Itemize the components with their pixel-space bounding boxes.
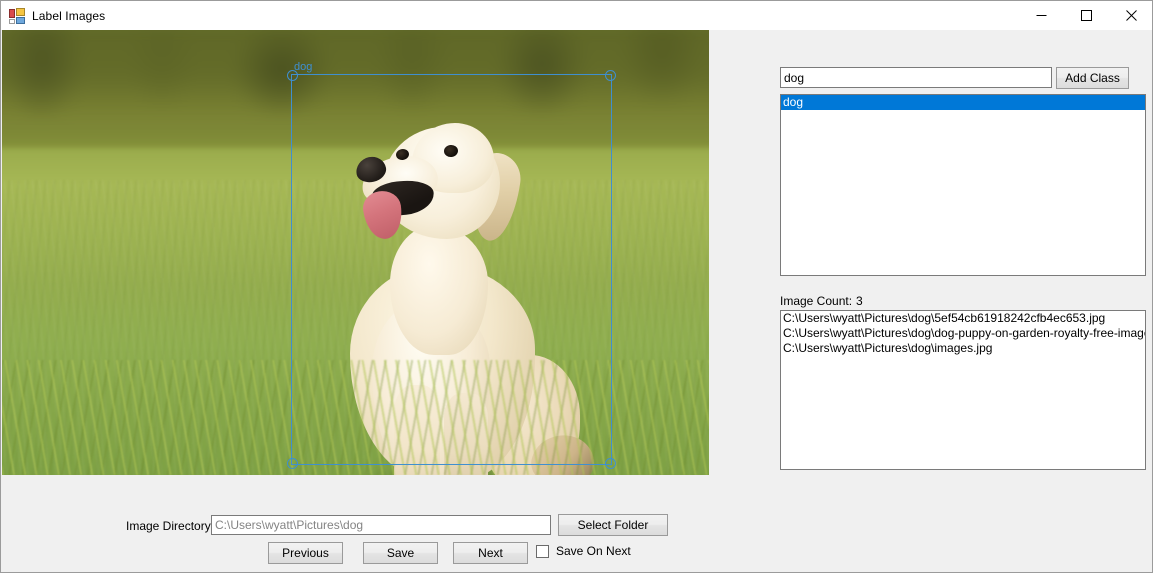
bbox-handle-bottom-right[interactable] [605, 458, 616, 469]
maximize-icon[interactable] [1064, 1, 1109, 30]
file-list-item[interactable]: C:\Users\wyatt\Pictures\dog\dog-puppy-on… [781, 326, 1145, 341]
bbox-handle-bottom-left[interactable] [287, 458, 298, 469]
image-count-label: Image Count: [780, 294, 853, 308]
image-count-value: 3 [856, 294, 863, 308]
save-on-next-checkbox[interactable] [536, 544, 549, 558]
previous-button[interactable]: Previous [268, 542, 343, 564]
label-images-window: Label Images dog dog Add Class dog Image… [0, 0, 1153, 573]
class-name-input[interactable] [780, 67, 1052, 88]
select-folder-button[interactable]: Select Folder [558, 514, 668, 536]
close-icon[interactable] [1109, 1, 1152, 30]
file-list-item[interactable]: C:\Users\wyatt\Pictures\dog\images.jpg [781, 341, 1145, 356]
class-list-item[interactable]: dog [781, 95, 1145, 110]
save-on-next-label: Save On Next [556, 544, 631, 558]
save-button[interactable]: Save [363, 542, 438, 564]
minimize-icon[interactable] [1019, 1, 1064, 30]
bbox-handle-top-left[interactable] [287, 70, 298, 81]
class-listbox[interactable]: dog [780, 94, 1146, 276]
file-list-item[interactable]: C:\Users\wyatt\Pictures\dog\5ef54cb61918… [781, 311, 1145, 326]
image-directory-input[interactable] [211, 515, 551, 535]
next-button[interactable]: Next [453, 542, 528, 564]
window-title: Label Images [32, 8, 106, 23]
save-on-next-row[interactable]: Save On Next [536, 544, 631, 558]
image-file-listbox[interactable]: C:\Users\wyatt\Pictures\dog\5ef54cb61918… [780, 310, 1146, 470]
titlebar: Label Images [1, 1, 1152, 30]
image-canvas[interactable]: dog [2, 30, 709, 475]
add-class-button[interactable]: Add Class [1056, 67, 1129, 89]
bbox-handle-top-right[interactable] [605, 70, 616, 81]
window-controls [1019, 1, 1152, 30]
image-directory-label: Image Directory [126, 519, 211, 533]
bounding-box[interactable]: dog [287, 61, 616, 469]
winforms-app-icon [9, 7, 25, 24]
